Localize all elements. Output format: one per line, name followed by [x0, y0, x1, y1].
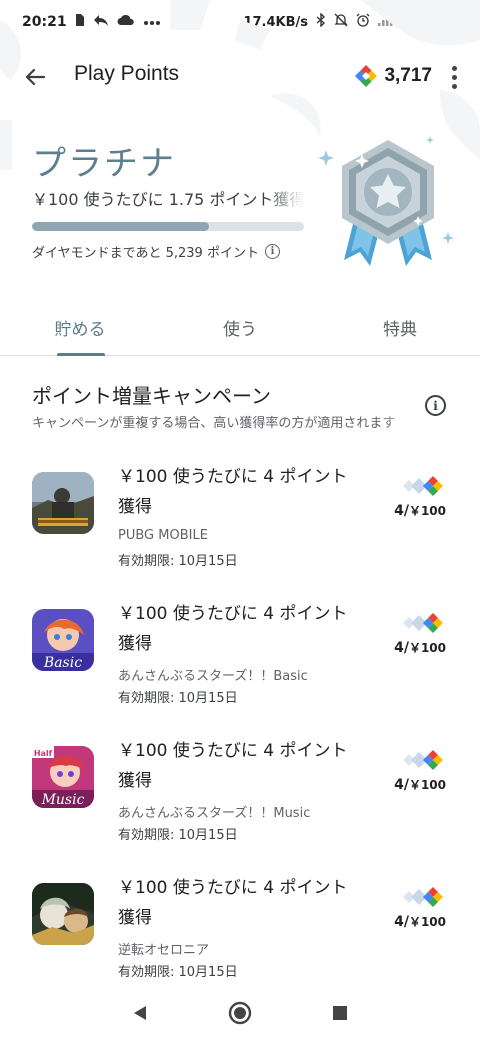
campaign-item-app-name: あんさんぶるスターズ！！Music — [118, 806, 311, 821]
tab-perks[interactable]: 特典 — [320, 300, 480, 355]
campaign-item-app-name: PUBG MOBILE — [118, 528, 208, 543]
boost-diamonds-icon — [403, 613, 443, 633]
tab-perks-label: 特典 — [383, 320, 417, 340]
pubg-app-icon — [32, 472, 94, 534]
nav-recents-square-icon — [333, 1006, 347, 1020]
campaign-item-line2: 獲得 — [118, 908, 152, 928]
more-vert-icon — [451, 65, 457, 71]
nav-home-button[interactable] — [225, 998, 255, 1028]
campaign-item-line2: 獲得 — [118, 497, 152, 517]
campaign-item-app-name: あんさんぶるスターズ！！Basic — [118, 669, 308, 684]
campaign-item-rate: 4/￥100 — [394, 776, 446, 793]
tab-earn-label: 貯める — [54, 320, 106, 340]
ensemble-stars-music-app-icon: Half Music — [32, 746, 94, 808]
campaign-item-rate-text: ￥100 使うたびに 4 ポイント 獲得 — [118, 873, 358, 933]
points-balance[interactable]: 3,717 — [354, 64, 432, 88]
campaign-item-rate-text: ￥100 使うたびに 4 ポイント 獲得 — [118, 599, 358, 659]
campaign-section-subtitle: キャンペーンが重複する場合、高い獲得率の方が適用されます — [32, 412, 422, 431]
ensemble-stars-basic-app-icon: Basic — [32, 609, 94, 671]
tab-use[interactable]: 使う — [160, 300, 320, 355]
campaign-item-line1: ￥100 使うたびに 4 ポイント — [118, 878, 348, 898]
arrow-back-icon — [25, 68, 46, 86]
campaign-item-rate: 4/￥100 — [394, 639, 446, 656]
campaign-item-rate-text: ￥100 使うたびに 4 ポイント 獲得 — [118, 736, 358, 796]
campaign-item-rate-text: ￥100 使うたびに 4 ポイント 獲得 — [118, 462, 358, 522]
campaign-list-item[interactable]: Basic ￥100 使うたびに 4 ポイント 獲得 あんさんぶるスターズ！！B… — [0, 599, 480, 729]
nav-recents-button[interactable] — [325, 998, 355, 1028]
boost-diamonds-icon — [403, 476, 443, 496]
page-title: Play Points — [74, 62, 180, 85]
platinum-badge-icon — [318, 136, 454, 266]
campaign-item-line1: ￥100 使うたびに 4 ポイント — [118, 741, 348, 761]
back-button[interactable] — [18, 60, 52, 94]
campaign-item-expiry: 有効期限: 10月15日 — [118, 965, 238, 980]
nav-back-button[interactable] — [125, 998, 155, 1028]
campaign-item-app-name: 逆転オセロニア — [118, 943, 210, 958]
campaign-item-rate: 4/￥100 — [394, 502, 446, 519]
more-options-button[interactable] — [442, 62, 466, 92]
campaign-list-item[interactable]: Half Music ￥100 使うたびに 4 ポイント 獲得 あんさんぶるスタ… — [0, 736, 480, 866]
campaign-info-button[interactable]: i — [425, 395, 446, 416]
rate-value: 4/ — [394, 640, 409, 656]
campaign-item-expiry: 有効期限: 10月15日 — [118, 828, 238, 843]
rate-value: 4/ — [394, 503, 409, 519]
rate-unit: ￥100 — [408, 504, 446, 518]
tier-progress-bar — [32, 222, 304, 231]
campaign-item-rate: 4/￥100 — [394, 913, 446, 930]
tab-earn[interactable]: 貯める — [0, 300, 160, 356]
info-icon[interactable]: i — [264, 244, 280, 259]
svg-text:Half: Half — [34, 749, 53, 758]
nav-home-circle-icon — [228, 1001, 252, 1025]
campaign-item-line2: 獲得 — [118, 771, 152, 791]
campaign-list-item[interactable]: ￥100 使うたびに 4 ポイント 獲得 PUBG MOBILE 有効期限: 1… — [0, 462, 480, 592]
rate-unit: ￥100 — [408, 778, 446, 792]
tier-progress-fill — [32, 222, 209, 231]
campaign-item-expiry: 有効期限: 10月15日 — [118, 554, 238, 569]
rate-value: 4/ — [394, 777, 409, 793]
campaign-section-title: ポイント増量キャンペーン — [32, 384, 271, 408]
nav-back-triangle-icon — [134, 1006, 146, 1020]
svg-text:Music: Music — [41, 792, 85, 808]
campaign-item-line1: ￥100 使うたびに 4 ポイント — [118, 604, 348, 624]
points-value: 3,717 — [384, 65, 432, 86]
tier-earn-rate: ￥100 使うたびに 1.75 ポイント獲得 — [32, 186, 304, 210]
campaign-item-expiry: 有効期限: 10月15日 — [118, 691, 238, 706]
campaign-item-line1: ￥100 使うたびに 4 ポイント — [118, 467, 348, 487]
tier-name: プラチナ — [32, 144, 176, 184]
svg-text:Basic: Basic — [43, 655, 82, 671]
rate-value: 4/ — [394, 914, 409, 930]
tab-bar: 貯める 使う 特典 — [0, 300, 480, 356]
next-tier-text: ダイヤモンドまであと 5,239 ポイント — [32, 246, 259, 261]
system-navigation-bar — [0, 986, 480, 1040]
more-vert-dot — [451, 74, 457, 80]
campaign-item-line2: 獲得 — [118, 634, 152, 654]
othellonia-app-icon — [32, 883, 94, 945]
app-bar: Play Points 3,717 — [0, 50, 480, 104]
boost-diamonds-icon — [403, 887, 443, 907]
boost-diamonds-icon — [403, 750, 443, 770]
next-tier-row: ダイヤモンドまであと 5,239 ポイント i — [32, 242, 280, 261]
more-vert-dot — [451, 83, 457, 89]
info-icon: i — [433, 398, 438, 413]
rate-unit: ￥100 — [408, 915, 446, 929]
play-points-diamond-icon — [355, 65, 378, 87]
campaign-list-item[interactable]: ￥100 使うたびに 4 ポイント 獲得 逆転オセロニア 有効期限: 10月15… — [0, 873, 480, 1003]
tab-use-label: 使う — [223, 320, 257, 340]
rate-unit: ￥100 — [408, 641, 446, 655]
